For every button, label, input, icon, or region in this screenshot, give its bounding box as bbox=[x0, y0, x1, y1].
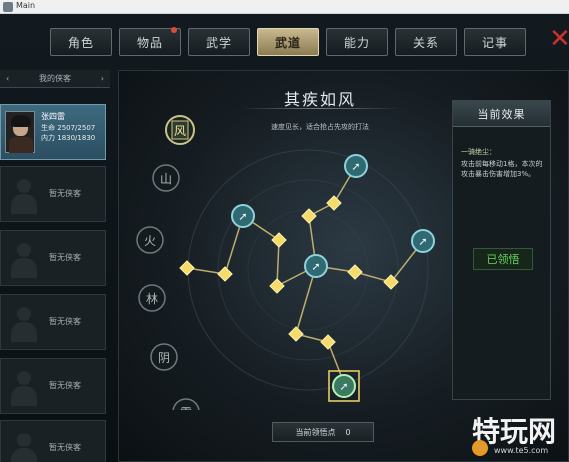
star-node[interactable] bbox=[326, 195, 342, 211]
tab-role[interactable]: 角色 bbox=[50, 28, 112, 56]
mp-stat: 内力 1830/1830 bbox=[41, 133, 95, 143]
tab-items[interactable]: 物品 bbox=[119, 27, 181, 56]
character-slot-empty[interactable]: 暂无侠客 bbox=[0, 166, 106, 222]
points-label: 当前领悟点 bbox=[295, 427, 336, 437]
hp-stat: 生命 2507/2507 bbox=[41, 123, 95, 133]
star-node[interactable] bbox=[320, 334, 336, 350]
app-icon bbox=[3, 2, 13, 12]
silhouette-icon bbox=[9, 307, 39, 343]
menu-tabs: 角色 物品 武学 武道 能力 关系 记事 bbox=[50, 27, 526, 58]
avatar bbox=[5, 111, 35, 153]
empty-slot-label: 暂无侠客 bbox=[49, 189, 81, 198]
skill-orb-arrow-icon-selected[interactable]: ➚ bbox=[328, 370, 360, 402]
effect-status-badge: 已领悟 bbox=[473, 248, 533, 270]
skill-orb-arrow-icon[interactable]: ➚ bbox=[411, 229, 435, 253]
mp-label: 内力 bbox=[41, 134, 55, 142]
character-slot-empty[interactable]: 暂无侠客 bbox=[0, 358, 106, 414]
watermark: 特玩网 www.te5.com bbox=[472, 408, 569, 462]
svg-text:➚: ➚ bbox=[351, 160, 360, 173]
watermark-logo-icon bbox=[472, 440, 488, 456]
tab-journal[interactable]: 记事 bbox=[464, 28, 526, 56]
glyph-label: 林 bbox=[146, 292, 158, 306]
silhouette-icon bbox=[9, 433, 39, 462]
empty-slot-label: 暂无侠客 bbox=[49, 253, 81, 262]
empty-slot-label: 暂无侠客 bbox=[49, 443, 81, 452]
tab-label: 武学 bbox=[205, 35, 232, 50]
chevron-left-icon[interactable]: ‹ bbox=[6, 74, 9, 83]
glyph-label: 山 bbox=[160, 172, 172, 186]
svg-text:➚: ➚ bbox=[238, 210, 247, 223]
glyph-label: 风 bbox=[174, 124, 186, 138]
svg-text:➚: ➚ bbox=[311, 260, 320, 273]
glyph-wind-icon[interactable]: 风 bbox=[165, 115, 195, 145]
effect-subtitle: 一骑绝尘： bbox=[461, 148, 496, 156]
tab-relations[interactable]: 关系 bbox=[395, 28, 457, 56]
glyph-shadow-icon[interactable]: 阴 bbox=[150, 343, 178, 371]
svg-text:➚: ➚ bbox=[339, 380, 348, 393]
skill-orb-arrow-icon[interactable]: ➚ bbox=[304, 254, 328, 278]
watermark-url: www.te5.com bbox=[494, 446, 549, 455]
empty-slot-label: 暂无侠客 bbox=[49, 317, 81, 326]
star-node[interactable] bbox=[271, 232, 287, 248]
glyph-mountain-icon[interactable]: 山 bbox=[152, 164, 180, 192]
star-node[interactable] bbox=[269, 278, 285, 294]
character-list-header: ‹ 我的侠客 › bbox=[0, 70, 110, 88]
star-node[interactable] bbox=[217, 266, 233, 282]
mp-value: 1830/1830 bbox=[57, 134, 96, 142]
character-list-title: 我的侠客 bbox=[39, 74, 71, 83]
window-titlebar: Main bbox=[0, 0, 569, 14]
effect-panel: 当前效果 一骑绝尘： 攻击前每移动1格，本次的攻击暴击伤害增加3%。 已领悟 bbox=[452, 100, 551, 400]
svg-text:➚: ➚ bbox=[418, 235, 427, 248]
tab-label: 记事 bbox=[481, 35, 508, 50]
constellation-board: ➚ ➚ ➚ ➚ ➚ 风 山 火 林 阴 bbox=[136, 115, 435, 410]
points-value: 0 bbox=[345, 427, 351, 437]
glyph-forest-icon[interactable]: 林 bbox=[138, 284, 166, 312]
glyph-thunder-icon[interactable]: 雷 bbox=[172, 398, 200, 410]
character-list: ‹ 我的侠客 › 张四雷 生命 2507/2507 内力 1830/1830 暂… bbox=[0, 70, 110, 462]
tab-ability[interactable]: 能力 bbox=[326, 28, 388, 56]
empty-slot-label: 暂无侠客 bbox=[49, 381, 81, 390]
skill-orb-arrow-icon[interactable]: ➚ bbox=[344, 154, 368, 178]
tab-label: 关系 bbox=[412, 35, 439, 50]
glyph-label: 雷 bbox=[180, 406, 192, 410]
chevron-right-icon[interactable]: › bbox=[101, 74, 104, 83]
tab-wudao[interactable]: 武道 bbox=[257, 28, 319, 56]
silhouette-icon bbox=[9, 179, 39, 215]
star-node[interactable] bbox=[179, 260, 195, 276]
skill-orb-arrow-icon[interactable]: ➚ bbox=[231, 204, 255, 228]
character-slot-empty[interactable]: 暂无侠客 bbox=[0, 230, 106, 286]
glyph-label: 阴 bbox=[158, 351, 170, 365]
glyph-label: 火 bbox=[144, 234, 156, 248]
silhouette-icon bbox=[9, 243, 39, 279]
effect-description: 攻击前每移动1格，本次的攻击暴击伤害增加3%。 bbox=[461, 160, 543, 178]
tab-label: 角色 bbox=[67, 35, 94, 50]
effect-title: 当前效果 bbox=[453, 101, 550, 127]
character-slot-empty[interactable]: 暂无侠客 bbox=[0, 420, 106, 462]
character-name: 张四雷 bbox=[41, 112, 65, 121]
tab-label: 物品 bbox=[136, 35, 163, 50]
silhouette-icon bbox=[9, 371, 39, 407]
close-icon[interactable]: ✕ bbox=[549, 24, 569, 54]
star-node[interactable] bbox=[301, 208, 317, 224]
tab-label: 武道 bbox=[274, 35, 301, 50]
notification-dot-icon bbox=[171, 27, 177, 33]
character-slot-selected[interactable]: 张四雷 生命 2507/2507 内力 1830/1830 bbox=[0, 104, 106, 160]
hp-label: 生命 bbox=[41, 124, 55, 132]
star-node[interactable] bbox=[288, 326, 304, 342]
points-bar: 当前领悟点 0 bbox=[272, 422, 374, 442]
hp-value: 2507/2507 bbox=[57, 124, 96, 132]
glyph-fire-icon[interactable]: 火 bbox=[136, 226, 164, 254]
character-slot-empty[interactable]: 暂无侠客 bbox=[0, 294, 106, 350]
window-title: Main bbox=[16, 1, 36, 10]
star-node[interactable] bbox=[347, 264, 363, 280]
tab-label: 能力 bbox=[343, 35, 370, 50]
tab-martial[interactable]: 武学 bbox=[188, 28, 250, 56]
